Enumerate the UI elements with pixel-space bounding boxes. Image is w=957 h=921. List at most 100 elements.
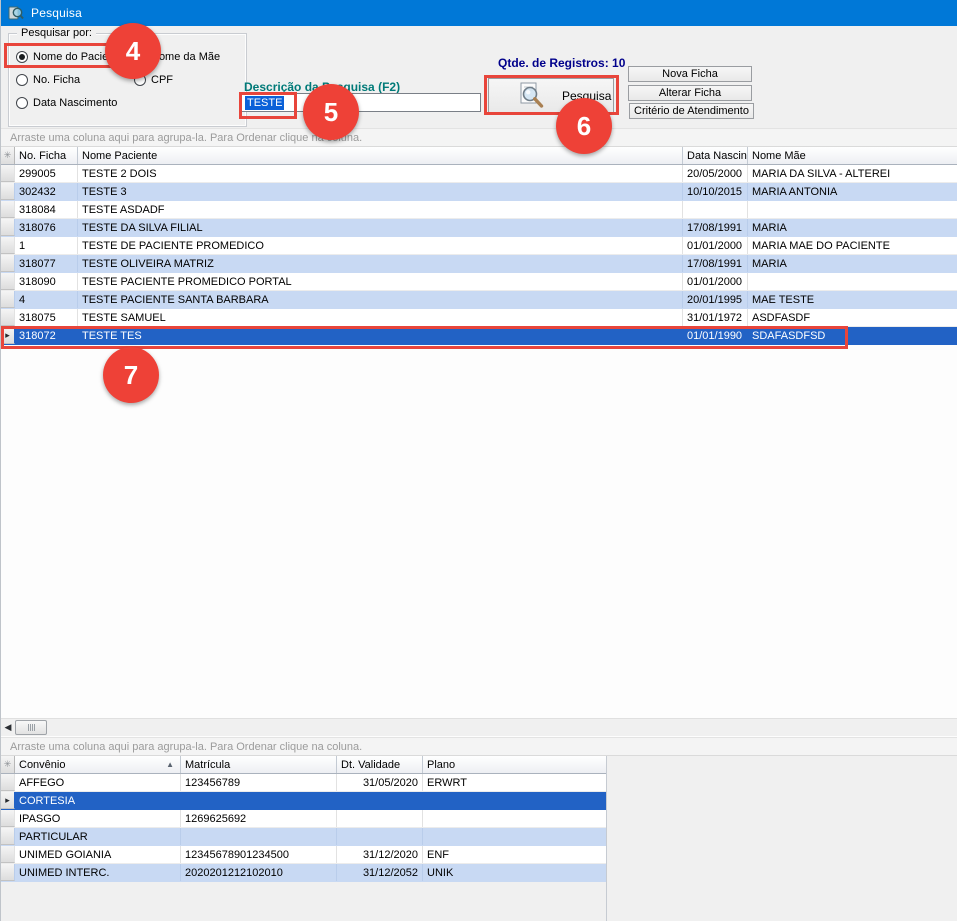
table-cell: TESTE DE PACIENTE PROMEDICO	[78, 237, 683, 254]
column-header-label: Convênio	[19, 759, 65, 771]
table-cell: MARIA DA SILVA - ALTEREI	[748, 165, 957, 182]
column-header-label: Nome Mãe	[752, 150, 806, 162]
table-cell	[181, 828, 337, 845]
table-row[interactable]: 318076TESTE DA SILVA FILIAL17/08/1991MAR…	[1, 219, 957, 237]
table-cell: TESTE 3	[78, 183, 683, 200]
table-row[interactable]: 302432TESTE 310/10/2015MARIA ANTONIA	[1, 183, 957, 201]
table-cell: 4	[15, 291, 78, 308]
table-cell	[337, 792, 423, 809]
button-label: Alterar Ficha	[659, 87, 721, 99]
table-row[interactable]: PARTICULAR	[1, 828, 606, 846]
table-cell: SDAFASDFSD	[748, 327, 957, 344]
table-row[interactable]: UNIMED INTERC.202020121210201031/12/2052…	[1, 864, 606, 882]
table-row[interactable]: UNIMED GOIANIA1234567890123450031/12/202…	[1, 846, 606, 864]
table-cell: 299005	[15, 165, 78, 182]
radio-button-icon	[16, 51, 28, 63]
column-header[interactable]: Dt. Validade	[337, 756, 423, 773]
table-cell: TESTE PACIENTE PROMEDICO PORTAL	[78, 273, 683, 290]
button-label: Critério de Atendimento	[634, 105, 749, 117]
column-header[interactable]: No. Ficha	[15, 147, 78, 164]
table-row[interactable]: IPASGO1269625692	[1, 810, 606, 828]
insurance-grid-section: Arraste uma coluna aqui para agrupa-la. …	[1, 737, 957, 921]
column-header[interactable]: Convênio▲	[15, 756, 181, 773]
row-indicator	[1, 291, 15, 308]
table-cell: 123456789	[181, 774, 337, 791]
table-cell: 01/01/1990	[683, 327, 748, 344]
table-cell: CORTESIA	[15, 792, 181, 809]
row-indicator	[1, 828, 15, 845]
table-cell: TESTE OLIVEIRA MATRIZ	[78, 255, 683, 272]
table-row[interactable]: 4TESTE PACIENTE SANTA BARBARA20/01/1995M…	[1, 291, 957, 309]
criterio-atendimento-button[interactable]: Critério de Atendimento	[629, 103, 754, 119]
table-cell: TESTE DA SILVA FILIAL	[78, 219, 683, 236]
table-row[interactable]: 318090TESTE PACIENTE PROMEDICO PORTAL01/…	[1, 273, 957, 291]
column-header[interactable]: Plano	[423, 756, 606, 773]
table-row[interactable]: 318075TESTE SAMUEL31/01/1972ASDFASDF	[1, 309, 957, 327]
table-row[interactable]: 318077TESTE OLIVEIRA MATRIZ17/08/1991MAR…	[1, 255, 957, 273]
column-header[interactable]: Nome Mãe	[748, 147, 957, 164]
table-cell: 318075	[15, 309, 78, 326]
insurance-grid: ✳Convênio▲MatrículaDt. Validade Plano AFF…	[1, 756, 607, 882]
nova-ficha-button[interactable]: Nova Ficha	[628, 66, 752, 82]
row-indicator	[1, 201, 15, 218]
table-cell	[748, 201, 957, 218]
column-header[interactable]: Data Nascin	[683, 147, 748, 164]
table-row[interactable]: ▸CORTESIA	[1, 792, 606, 810]
table-row[interactable]: AFFEGO12345678931/05/2020ERWRT	[1, 774, 606, 792]
radio-label: Nome da Mãe	[151, 51, 220, 63]
table-cell: MARIA	[748, 219, 957, 236]
scrollbar-thumb[interactable]	[15, 720, 47, 735]
insurance-grid-body: AFFEGO12345678931/05/2020ERWRT▸CORTESIAI…	[1, 774, 606, 882]
table-cell: 10/10/2015	[683, 183, 748, 200]
row-indicator	[1, 165, 15, 182]
radio-nome-do-paciente[interactable]: Nome do Paciente	[16, 51, 124, 63]
table-cell: 318084	[15, 201, 78, 218]
scroll-left-icon[interactable]: ◀	[1, 722, 15, 733]
column-header[interactable]: Matrícula	[181, 756, 337, 773]
horizontal-scrollbar[interactable]: ◀	[1, 718, 957, 736]
table-cell: PARTICULAR	[15, 828, 181, 845]
radio-no-ficha[interactable]: No. Ficha	[16, 74, 80, 86]
table-cell: 1269625692	[181, 810, 337, 827]
patients-grid: ✳No. FichaNome PacienteData NascinNome M…	[1, 147, 957, 345]
table-cell: UNIMED INTERC.	[15, 864, 181, 881]
table-cell: ERWRT	[423, 774, 606, 791]
insurance-grid-header: ✳Convênio▲MatrículaDt. Validade Plano	[1, 756, 606, 774]
indicator-header-icon: ✳	[1, 756, 15, 773]
column-header-label: No. Ficha	[19, 150, 66, 162]
table-row[interactable]: 1TESTE DE PACIENTE PROMEDICO01/01/2000MA…	[1, 237, 957, 255]
table-cell: ASDFASDF	[748, 309, 957, 326]
pesquisa-button[interactable]: Pesquisa	[488, 78, 614, 113]
radio-label: CPF	[151, 74, 173, 86]
search-input[interactable]: TESTE	[241, 93, 481, 112]
table-cell: ENF	[423, 846, 606, 863]
table-cell: TESTE SAMUEL	[78, 309, 683, 326]
radio-button-icon	[16, 74, 28, 86]
table-cell: 318076	[15, 219, 78, 236]
row-indicator	[1, 273, 15, 290]
table-cell: AFFEGO	[15, 774, 181, 791]
search-input-selected-text: TESTE	[245, 96, 284, 110]
radio-nome-da-mae[interactable]: Nome da Mãe	[134, 51, 220, 63]
grid-edge-divider	[606, 756, 607, 921]
patients-grid-body: 299005TESTE 2 DOIS20/05/2000MARIA DA SIL…	[1, 165, 957, 345]
group-by-hint: Arraste uma coluna aqui para agrupa-la. …	[1, 737, 957, 756]
table-cell	[181, 792, 337, 809]
table-cell: TESTE PACIENTE SANTA BARBARA	[78, 291, 683, 308]
table-cell: TESTE ASDADF	[78, 201, 683, 218]
column-header-label: Plano	[427, 759, 455, 771]
row-indicator	[1, 774, 15, 791]
radio-cpf[interactable]: CPF	[134, 74, 173, 86]
column-header[interactable]: Nome Paciente	[78, 147, 683, 164]
alterar-ficha-button[interactable]: Alterar Ficha	[628, 85, 752, 101]
table-cell: 17/08/1991	[683, 219, 748, 236]
table-row[interactable]: ▸318072TESTE TES01/01/1990SDAFASDFSD	[1, 327, 957, 345]
search-by-groupbox: Pesquisar por: Nome do Paciente Nome da …	[8, 33, 247, 127]
row-indicator	[1, 237, 15, 254]
radio-data-nascimento[interactable]: Data Nascimento	[16, 97, 117, 109]
window-magnifier-icon	[8, 5, 24, 21]
table-row[interactable]: 299005TESTE 2 DOIS20/05/2000MARIA DA SIL…	[1, 165, 957, 183]
table-cell: MAE TESTE	[748, 291, 957, 308]
table-cell	[683, 201, 748, 218]
table-row[interactable]: 318084TESTE ASDADF	[1, 201, 957, 219]
